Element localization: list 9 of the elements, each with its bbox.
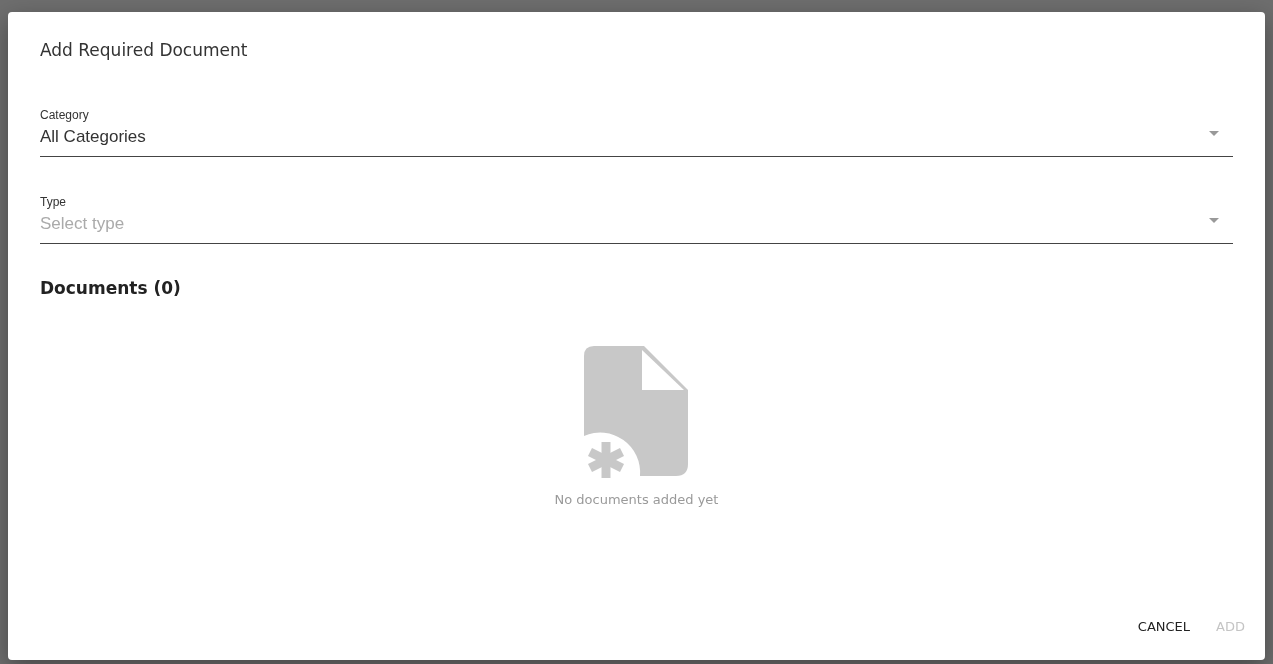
- section-heading: Documents (0): [40, 277, 182, 301]
- dropdown-caret-icon: [1209, 218, 1219, 224]
- select-field[interactable]: Type Select type: [40, 195, 1233, 245]
- dropdown-caret-icon: [1209, 131, 1219, 136]
- cancel-button[interactable]: CANCEL: [1127, 610, 1201, 642]
- empty-message: No documents added yet: [554, 490, 719, 509]
- dialog-title: Add Required Document: [40, 39, 249, 62]
- select-field[interactable]: Category All Categories: [40, 107, 1233, 157]
- document-icon: [583, 345, 690, 478]
